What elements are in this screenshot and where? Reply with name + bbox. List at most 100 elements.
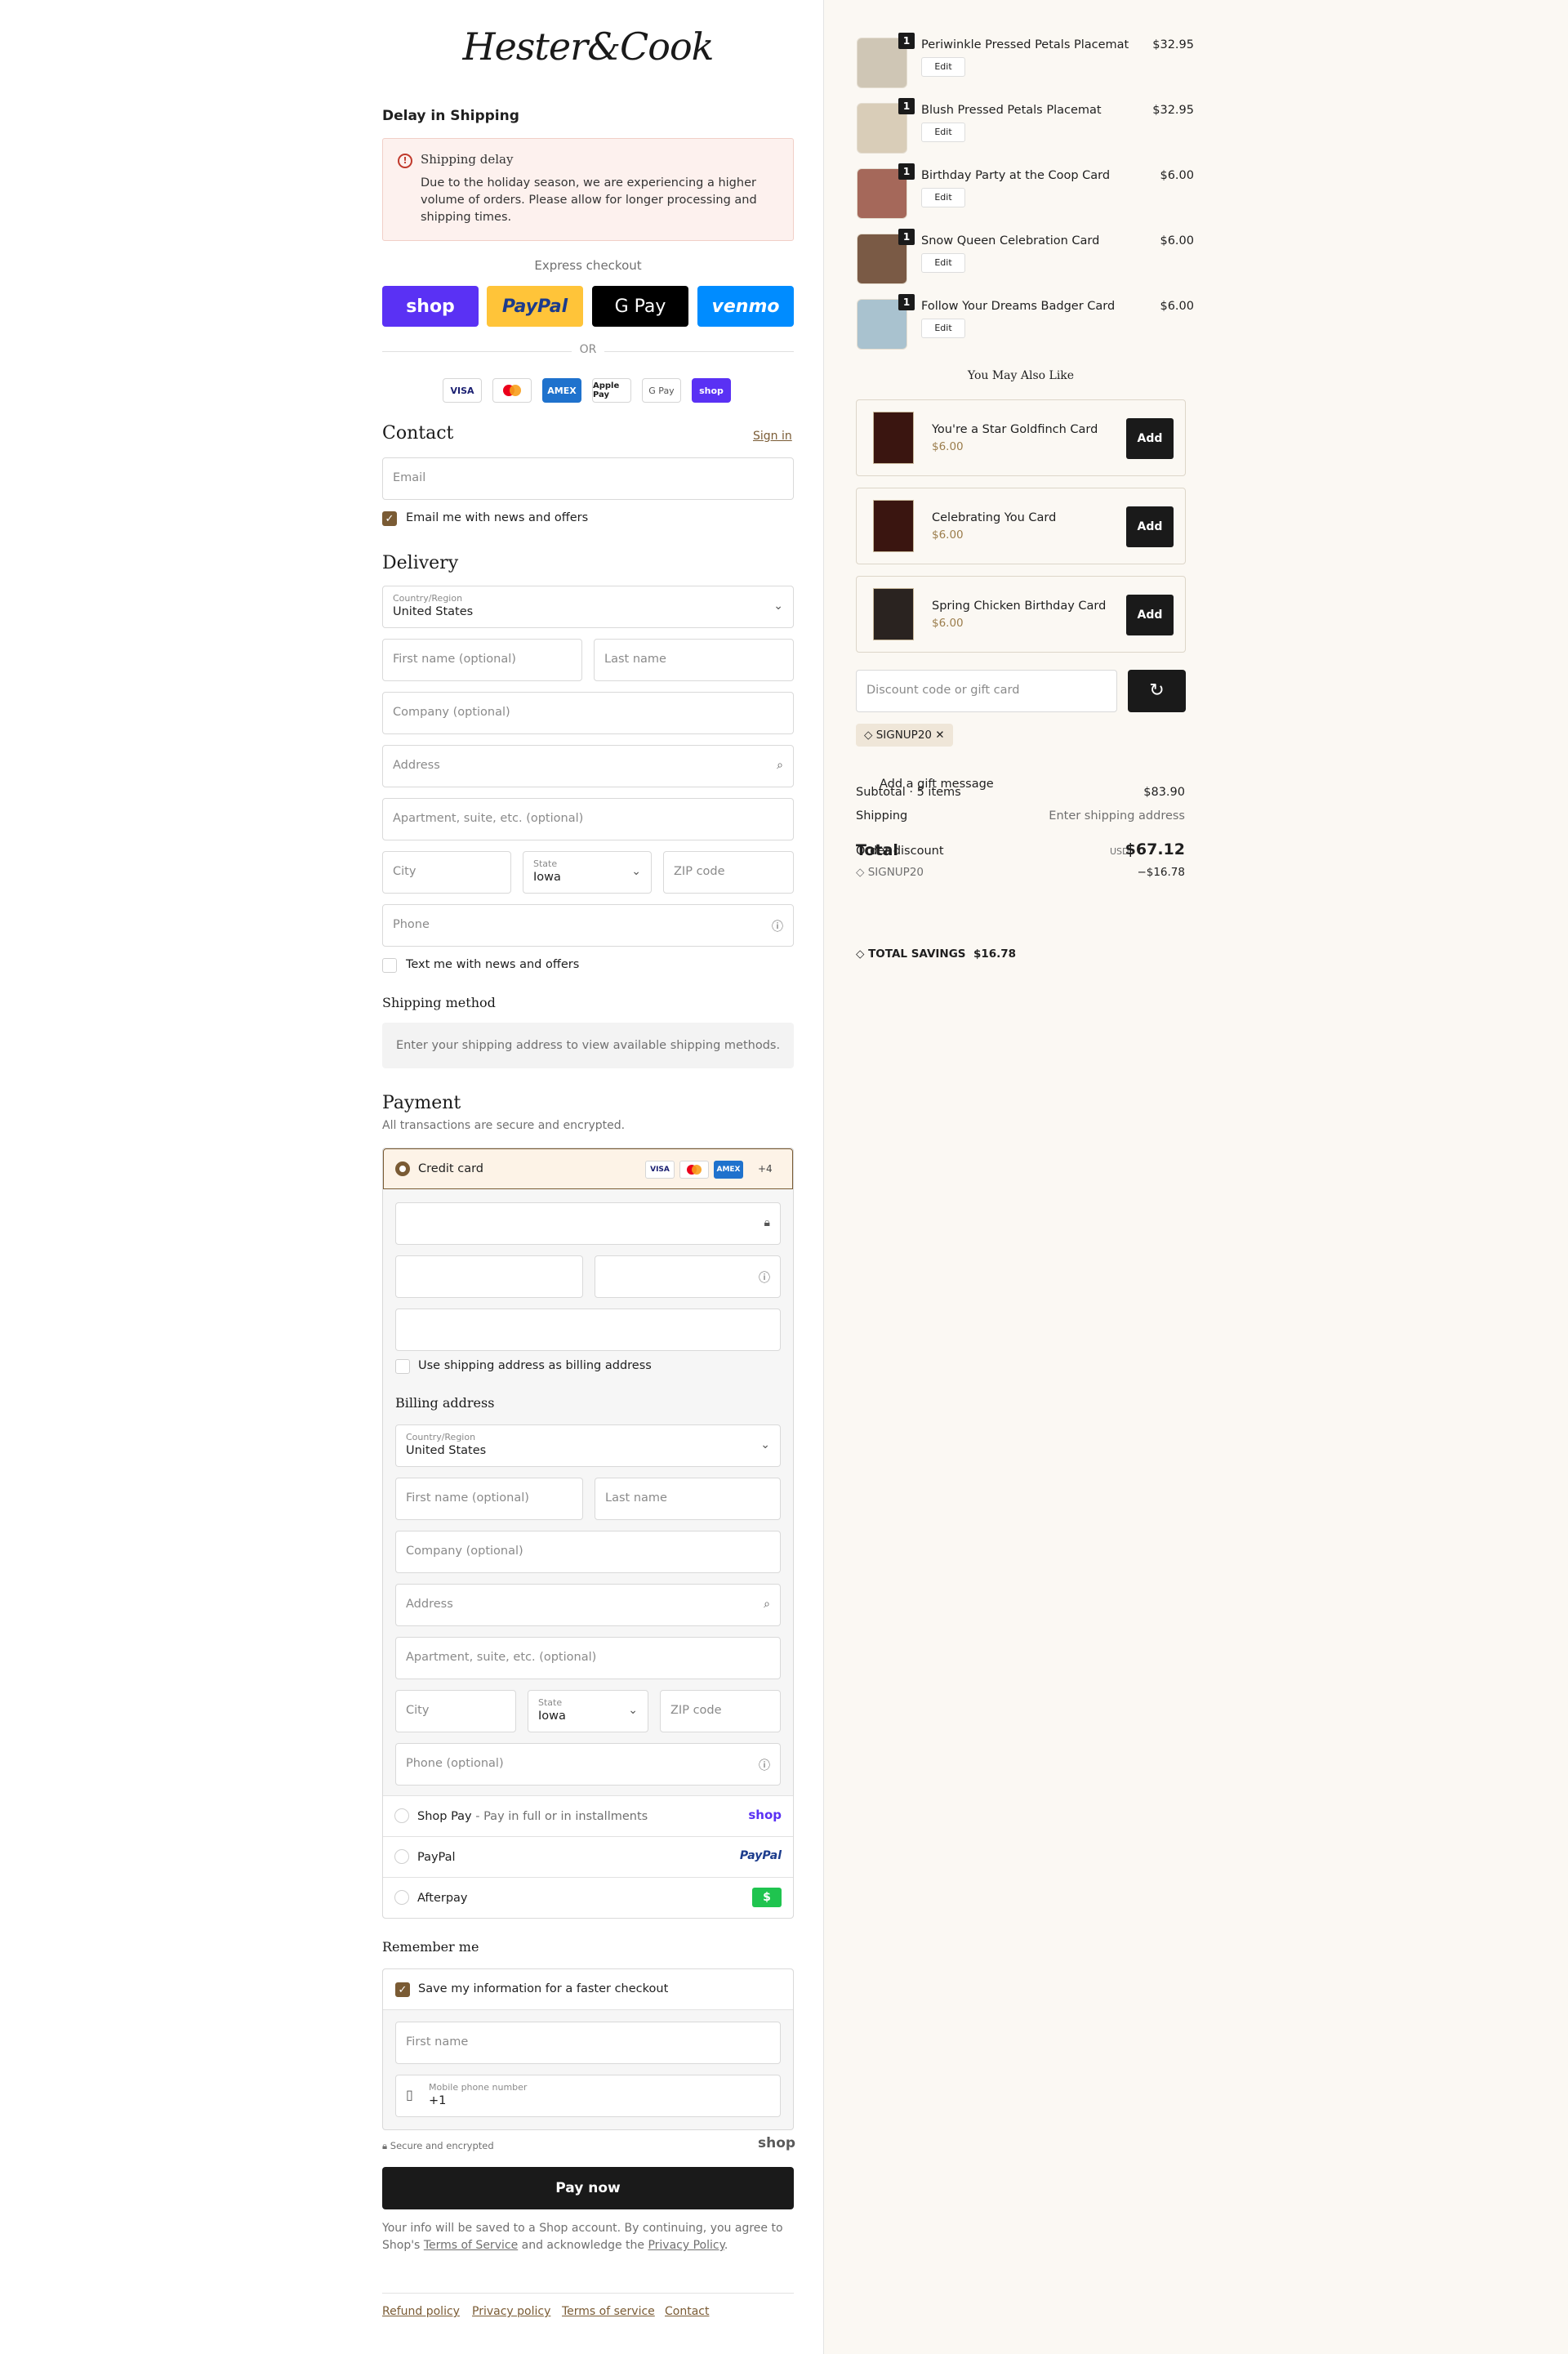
help-icon[interactable]: ⓘ bbox=[772, 918, 783, 934]
remember-first-name-input[interactable]: First name bbox=[395, 2022, 781, 2064]
edit-button[interactable]: Edit bbox=[921, 319, 965, 338]
quantity-badge: 1 bbox=[898, 163, 915, 180]
quantity-badge: 1 bbox=[898, 294, 915, 310]
card-name-input[interactable] bbox=[395, 1309, 781, 1351]
shipping-delay-notice: ! Shipping delay Due to the holiday seas… bbox=[382, 138, 794, 241]
billing-country-select[interactable]: Country/Region United States ⌄ bbox=[395, 1424, 781, 1467]
privacy-link[interactable]: Privacy Policy bbox=[648, 2239, 724, 2252]
billing-city-input[interactable]: City bbox=[395, 1690, 516, 1732]
subtotal-value: $83.90 bbox=[1143, 786, 1185, 799]
zip-input[interactable]: ZIP code bbox=[663, 851, 794, 894]
mobile-phone-input[interactable]: ▯ Mobile phone number +1 bbox=[395, 2075, 781, 2117]
billing-state-select[interactable]: State Iowa ⌄ bbox=[528, 1690, 648, 1732]
credit-card-label: Credit card bbox=[418, 1162, 483, 1175]
shipping-label: Shipping bbox=[856, 809, 908, 823]
paypal-radio[interactable] bbox=[394, 1849, 409, 1864]
email-news-checkbox[interactable]: ✓ bbox=[382, 511, 397, 526]
express-checkout-label: Express checkout bbox=[534, 258, 642, 273]
apply-discount-button[interactable]: ↻ bbox=[1128, 670, 1186, 712]
edit-button[interactable]: Edit bbox=[921, 123, 965, 142]
contact-link[interactable]: Contact bbox=[665, 2305, 709, 2318]
card-cvv-input[interactable]: ⓘ bbox=[595, 1255, 781, 1298]
add-button[interactable]: Add bbox=[1126, 418, 1174, 459]
pay-now-button[interactable]: Pay now bbox=[382, 2167, 794, 2209]
search-icon: ⌕ bbox=[777, 759, 783, 772]
legal-text: Your info will be saved to a Shop accoun… bbox=[382, 2222, 783, 2252]
billing-company-input[interactable]: Company (optional) bbox=[395, 1531, 781, 1573]
apartment-input[interactable]: Apartment, suite, etc. (optional) bbox=[382, 798, 794, 840]
billing-last-name-input[interactable]: Last name bbox=[595, 1478, 781, 1520]
product-price: $6.00 bbox=[932, 528, 964, 542]
billing-zip-input[interactable]: ZIP code bbox=[660, 1690, 781, 1732]
billing-address-input[interactable]: Address ⌕ bbox=[395, 1584, 781, 1626]
add-button[interactable]: Add bbox=[1126, 595, 1174, 635]
discount-value: −$16.78 bbox=[1137, 866, 1185, 879]
email-input[interactable]: Email bbox=[382, 457, 794, 500]
card-expiry-input[interactable] bbox=[395, 1255, 583, 1298]
edit-button[interactable]: Edit bbox=[921, 253, 965, 273]
terms-of-service-link[interactable]: Terms of service bbox=[562, 2305, 655, 2318]
amex-icon: AMEX bbox=[542, 378, 581, 403]
afterpay-radio[interactable] bbox=[394, 1890, 409, 1905]
paypal-button[interactable]: PayPal bbox=[487, 286, 583, 327]
remember-me-panel: ✓ Save my information for a faster check… bbox=[382, 1968, 794, 2130]
close-icon[interactable]: ✕ bbox=[935, 729, 944, 742]
billing-first-name-input[interactable]: First name (optional) bbox=[395, 1478, 583, 1520]
shop-pay-radio[interactable] bbox=[394, 1808, 409, 1823]
tag-icon: ◇ bbox=[856, 866, 865, 879]
address-input[interactable]: Address ⌕ bbox=[382, 745, 794, 787]
sign-in-link[interactable]: Sign in bbox=[753, 430, 792, 443]
credit-card-radio[interactable] bbox=[395, 1161, 410, 1176]
mastercard-icon bbox=[679, 1161, 709, 1179]
product-name: Blush Pressed Petals Placemat bbox=[921, 104, 1102, 117]
edit-button[interactable]: Edit bbox=[921, 57, 965, 77]
product-name: Birthday Party at the Coop Card bbox=[921, 169, 1111, 182]
city-input[interactable]: City bbox=[382, 851, 511, 894]
privacy-policy-link[interactable]: Privacy policy bbox=[472, 2305, 550, 2318]
billing-phone-input[interactable]: Phone (optional) ⓘ bbox=[395, 1743, 781, 1786]
country-select[interactable]: Country/Region United States ⌄ bbox=[382, 586, 794, 628]
discount-code-input[interactable]: Discount code or gift card bbox=[856, 670, 1117, 712]
recommendation-card: Celebrating You Card $6.00 Add bbox=[856, 488, 1186, 564]
terms-link[interactable]: Terms of Service bbox=[424, 2239, 518, 2252]
first-name-input[interactable]: First name (optional) bbox=[382, 639, 582, 681]
venmo-button[interactable]: venmo bbox=[697, 286, 794, 327]
visa-icon: VISA bbox=[443, 378, 482, 403]
add-button[interactable]: Add bbox=[1126, 506, 1174, 547]
product-name: You're a Star Goldfinch Card bbox=[932, 423, 1098, 436]
shop-icon: shop bbox=[692, 378, 731, 403]
shop-pay-button[interactable]: shop bbox=[382, 286, 479, 327]
shop-pay-label: Shop Pay bbox=[417, 1810, 472, 1823]
brand-logo[interactable]: Hester&Cook bbox=[457, 25, 719, 69]
billing-same-label: Use shipping address as billing address bbox=[418, 1359, 652, 1372]
save-info-label: Save my information for a faster checkou… bbox=[418, 1982, 669, 1995]
chevron-down-icon: ⌄ bbox=[760, 1438, 770, 1451]
text-news-checkbox[interactable] bbox=[382, 958, 397, 973]
edit-button[interactable]: Edit bbox=[921, 188, 965, 207]
google-pay-button[interactable]: G Pay bbox=[592, 286, 688, 327]
afterpay-label: Afterpay bbox=[417, 1892, 468, 1905]
billing-apartment-input[interactable]: Apartment, suite, etc. (optional) bbox=[395, 1637, 781, 1679]
credit-card-option[interactable]: Credit card VISA AMEX +4 bbox=[383, 1148, 793, 1189]
lock-icon: 🔒︎ bbox=[764, 1216, 770, 1229]
help-icon[interactable]: ⓘ bbox=[759, 1757, 770, 1773]
paypal-logo: PayPal bbox=[739, 1849, 782, 1862]
last-name-input[interactable]: Last name bbox=[594, 639, 794, 681]
billing-same-checkbox[interactable] bbox=[395, 1359, 410, 1374]
card-number-input[interactable]: 🔒︎ bbox=[395, 1202, 781, 1245]
company-input[interactable]: Company (optional) bbox=[382, 692, 794, 734]
lock-icon: 🔒︎ bbox=[382, 2140, 388, 2151]
shop-pay-option[interactable]: Shop Pay - Pay in full or in installment… bbox=[383, 1795, 793, 1836]
save-info-checkbox[interactable]: ✓ bbox=[395, 1982, 410, 1997]
shop-pay-sub: - Pay in full or in installments bbox=[471, 1810, 648, 1823]
footer-divider bbox=[382, 2293, 794, 2294]
paypal-option[interactable]: PayPal PayPal bbox=[383, 1836, 793, 1877]
refund-policy-link[interactable]: Refund policy bbox=[382, 2305, 460, 2318]
afterpay-option[interactable]: Afterpay $ bbox=[383, 1877, 793, 1918]
help-icon[interactable]: ⓘ bbox=[759, 1269, 770, 1286]
phone-input[interactable]: Phone ⓘ bbox=[382, 904, 794, 947]
product-image bbox=[873, 588, 914, 640]
product-price: $6.00 bbox=[932, 617, 964, 630]
state-select[interactable]: State Iowa ⌄ bbox=[523, 851, 652, 894]
product-name: Snow Queen Celebration Card bbox=[921, 234, 1100, 247]
